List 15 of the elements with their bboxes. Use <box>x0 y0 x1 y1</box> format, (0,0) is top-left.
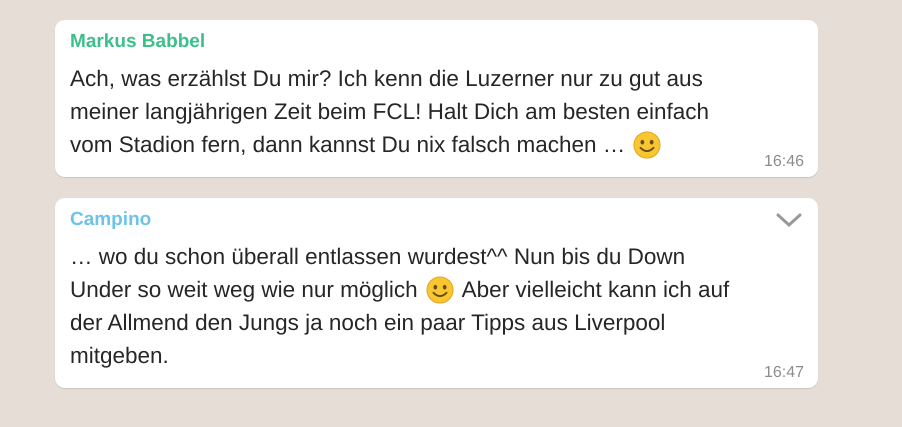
message-text: vom Stadion fern, dann kannst Du nix falsch machen … <box>70 131 626 159</box>
message-time: 16:47 <box>764 364 804 382</box>
message-text: meiner langjährigen Zeit beim FCL! Halt Dich am besten einfach <box>70 98 710 126</box>
smiley-icon <box>633 130 662 158</box>
message-text: mitgeben. <box>70 342 169 370</box>
message-text: der Allmend den Jungs ja noch ein paar Tipps aus Liverpool <box>70 309 666 337</box>
sender-name: Markus Babbel <box>70 31 206 53</box>
message-text: Aber vielleicht kann ich auf <box>462 276 730 304</box>
message-text: … wo du schon überall entlassen wurdest^^ Nun bis du Down <box>70 243 686 271</box>
smiley-icon <box>426 276 454 304</box>
message-time: 16:46 <box>764 153 804 171</box>
message-text: Ach, was erzählst Du mir? Ich kenn die Luzerner nur zu gut aus <box>70 65 703 93</box>
sender-name: Campino <box>70 209 152 231</box>
message-text: Under so weit weg wie nur möglich <box>70 276 418 304</box>
chevron-down-icon[interactable] <box>776 212 802 228</box>
